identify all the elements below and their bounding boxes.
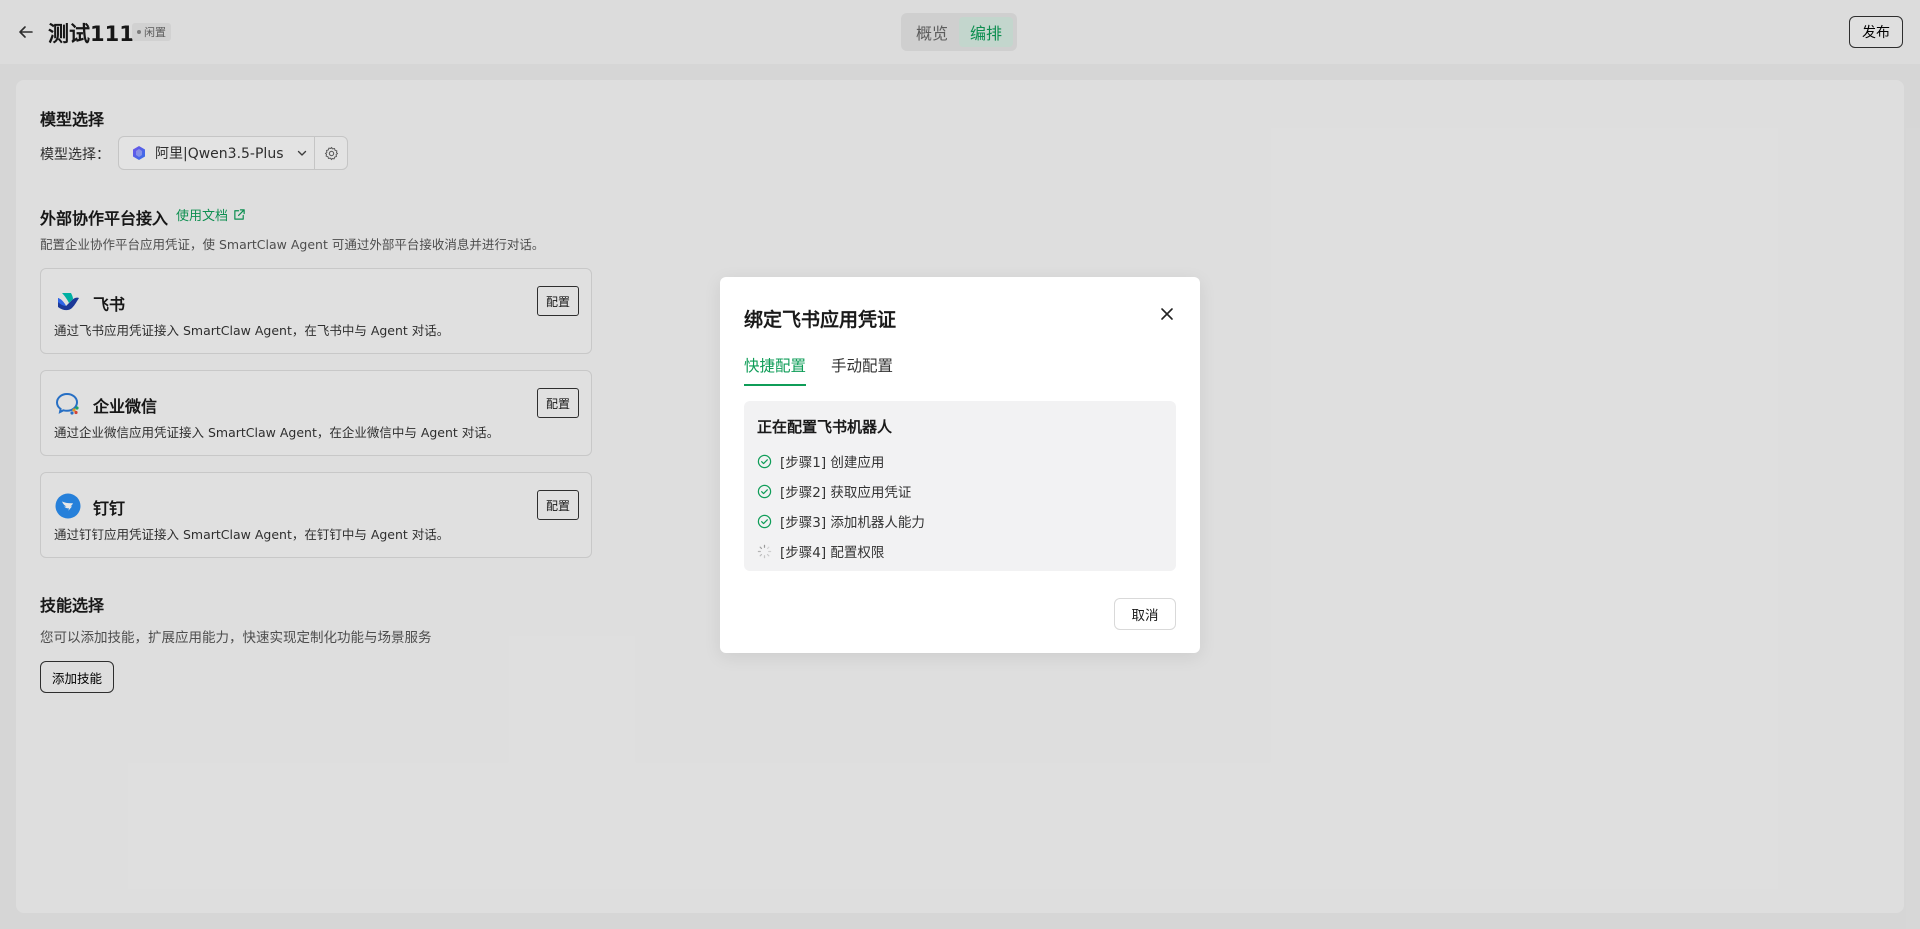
check-circle-icon [757,454,772,468]
step-label: [步骤2] 获取应用凭证 [780,485,912,501]
step-label: [步骤3] 添加机器人能力 [780,515,925,531]
step-label: [步骤4] 配置权限 [780,545,885,561]
dialog-tabs: 快捷配置 手动配置 [744,354,893,386]
step-item: [步骤1] 创建应用 [757,451,884,471]
check-circle-icon [757,514,772,528]
close-icon[interactable] [1158,305,1176,323]
check-circle-icon [757,484,772,498]
loading-spinner-icon [757,544,772,558]
dialog-title: 绑定飞书应用凭证 [744,309,897,331]
cancel-button[interactable]: 取消 [1114,598,1176,630]
step-item: [步骤2] 获取应用凭证 [757,481,911,501]
progress-title: 正在配置飞书机器人 [757,418,893,436]
config-progress-box: 正在配置飞书机器人 [步骤1] 创建应用 [步骤2] 获取应用凭证 [步骤3] … [744,401,1176,571]
tab-quick-config[interactable]: 快捷配置 [744,354,807,386]
bind-feishu-dialog: 绑定飞书应用凭证 快捷配置 手动配置 正在配置飞书机器人 [步骤1] 创建应用 … [720,277,1200,653]
step-item: [步骤3] 添加机器人能力 [757,511,925,531]
tab-manual-config[interactable]: 手动配置 [831,354,893,386]
step-label: [步骤1] 创建应用 [780,455,885,471]
step-item: [步骤4] 配置权限 [757,541,884,561]
